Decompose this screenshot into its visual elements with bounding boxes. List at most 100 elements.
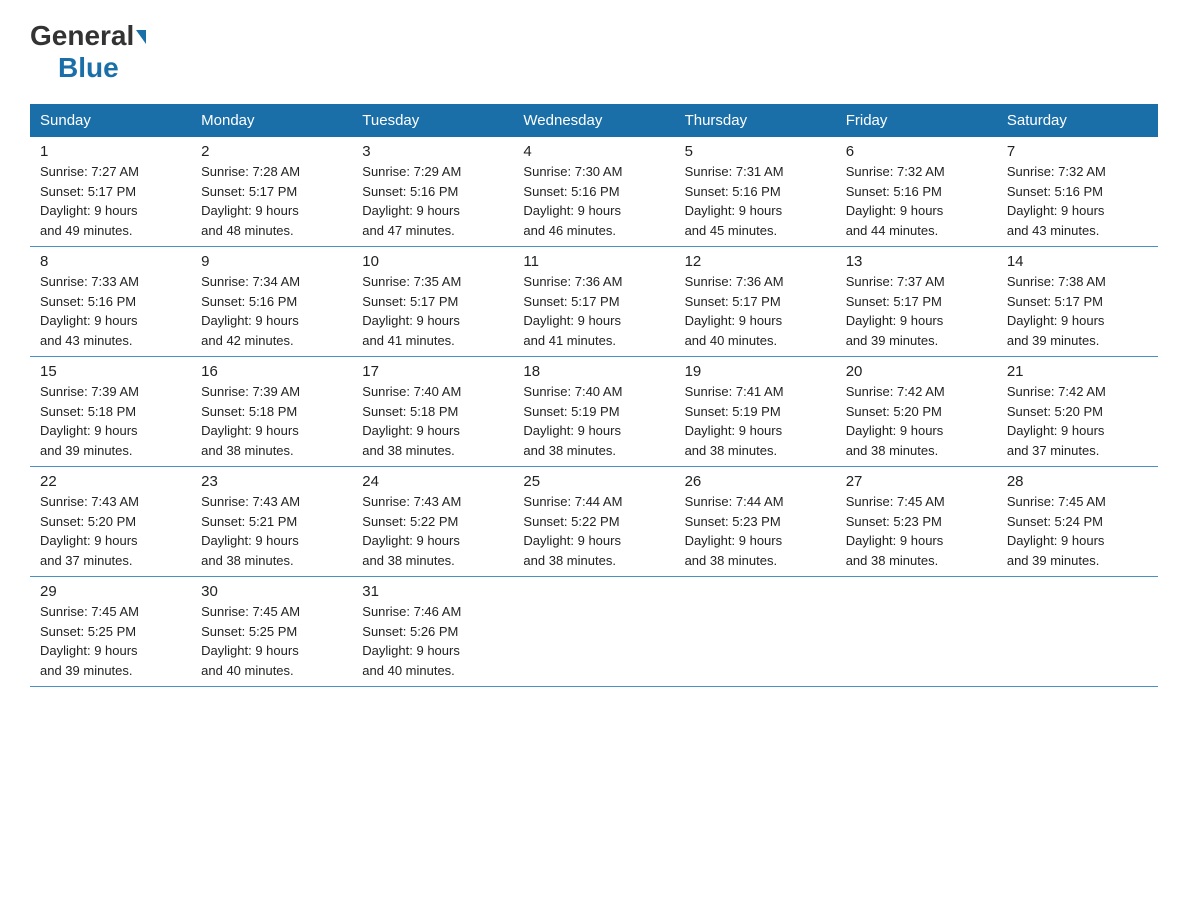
header-day-wednesday: Wednesday	[513, 104, 674, 137]
calendar-cell	[675, 577, 836, 687]
day-info: Sunrise: 7:33 AM Sunset: 5:16 PM Dayligh…	[40, 272, 181, 350]
calendar-cell: 12 Sunrise: 7:36 AM Sunset: 5:17 PM Dayl…	[675, 247, 836, 357]
logo-arrow-icon	[136, 30, 146, 44]
day-number: 1	[40, 143, 181, 160]
day-info: Sunrise: 7:45 AM Sunset: 5:25 PM Dayligh…	[40, 602, 181, 680]
header-day-monday: Monday	[191, 104, 352, 137]
day-info: Sunrise: 7:42 AM Sunset: 5:20 PM Dayligh…	[846, 382, 987, 460]
calendar-cell: 28 Sunrise: 7:45 AM Sunset: 5:24 PM Dayl…	[997, 467, 1158, 577]
day-number: 24	[362, 473, 503, 490]
calendar-week-row: 8 Sunrise: 7:33 AM Sunset: 5:16 PM Dayli…	[30, 247, 1158, 357]
page-header: General Blue	[30, 20, 1158, 84]
day-info: Sunrise: 7:36 AM Sunset: 5:17 PM Dayligh…	[685, 272, 826, 350]
calendar-week-row: 22 Sunrise: 7:43 AM Sunset: 5:20 PM Dayl…	[30, 467, 1158, 577]
day-number: 17	[362, 363, 503, 380]
day-number: 18	[523, 363, 664, 380]
calendar-table: SundayMondayTuesdayWednesdayThursdayFrid…	[30, 104, 1158, 687]
header-day-sunday: Sunday	[30, 104, 191, 137]
calendar-cell: 16 Sunrise: 7:39 AM Sunset: 5:18 PM Dayl…	[191, 357, 352, 467]
day-info: Sunrise: 7:29 AM Sunset: 5:16 PM Dayligh…	[362, 162, 503, 240]
day-number: 10	[362, 253, 503, 270]
calendar-cell: 24 Sunrise: 7:43 AM Sunset: 5:22 PM Dayl…	[352, 467, 513, 577]
day-info: Sunrise: 7:31 AM Sunset: 5:16 PM Dayligh…	[685, 162, 826, 240]
day-number: 12	[685, 253, 826, 270]
calendar-cell: 21 Sunrise: 7:42 AM Sunset: 5:20 PM Dayl…	[997, 357, 1158, 467]
day-info: Sunrise: 7:40 AM Sunset: 5:19 PM Dayligh…	[523, 382, 664, 460]
calendar-cell: 23 Sunrise: 7:43 AM Sunset: 5:21 PM Dayl…	[191, 467, 352, 577]
calendar-header-row: SundayMondayTuesdayWednesdayThursdayFrid…	[30, 104, 1158, 137]
calendar-cell: 5 Sunrise: 7:31 AM Sunset: 5:16 PM Dayli…	[675, 137, 836, 247]
logo: General Blue	[30, 20, 146, 84]
day-number: 26	[685, 473, 826, 490]
logo-general-text: General	[30, 20, 134, 52]
calendar-cell: 27 Sunrise: 7:45 AM Sunset: 5:23 PM Dayl…	[836, 467, 997, 577]
calendar-cell: 18 Sunrise: 7:40 AM Sunset: 5:19 PM Dayl…	[513, 357, 674, 467]
day-number: 9	[201, 253, 342, 270]
calendar-cell	[513, 577, 674, 687]
calendar-cell: 9 Sunrise: 7:34 AM Sunset: 5:16 PM Dayli…	[191, 247, 352, 357]
day-number: 7	[1007, 143, 1148, 160]
day-info: Sunrise: 7:39 AM Sunset: 5:18 PM Dayligh…	[201, 382, 342, 460]
calendar-cell: 3 Sunrise: 7:29 AM Sunset: 5:16 PM Dayli…	[352, 137, 513, 247]
calendar-cell: 31 Sunrise: 7:46 AM Sunset: 5:26 PM Dayl…	[352, 577, 513, 687]
day-number: 8	[40, 253, 181, 270]
calendar-cell: 6 Sunrise: 7:32 AM Sunset: 5:16 PM Dayli…	[836, 137, 997, 247]
calendar-cell: 26 Sunrise: 7:44 AM Sunset: 5:23 PM Dayl…	[675, 467, 836, 577]
day-info: Sunrise: 7:43 AM Sunset: 5:22 PM Dayligh…	[362, 492, 503, 570]
day-info: Sunrise: 7:39 AM Sunset: 5:18 PM Dayligh…	[40, 382, 181, 460]
header-day-saturday: Saturday	[997, 104, 1158, 137]
calendar-week-row: 1 Sunrise: 7:27 AM Sunset: 5:17 PM Dayli…	[30, 137, 1158, 247]
day-info: Sunrise: 7:45 AM Sunset: 5:24 PM Dayligh…	[1007, 492, 1148, 570]
day-info: Sunrise: 7:35 AM Sunset: 5:17 PM Dayligh…	[362, 272, 503, 350]
day-number: 5	[685, 143, 826, 160]
day-info: Sunrise: 7:30 AM Sunset: 5:16 PM Dayligh…	[523, 162, 664, 240]
calendar-week-row: 15 Sunrise: 7:39 AM Sunset: 5:18 PM Dayl…	[30, 357, 1158, 467]
day-number: 25	[523, 473, 664, 490]
day-info: Sunrise: 7:44 AM Sunset: 5:22 PM Dayligh…	[523, 492, 664, 570]
calendar-cell: 13 Sunrise: 7:37 AM Sunset: 5:17 PM Dayl…	[836, 247, 997, 357]
calendar-week-row: 29 Sunrise: 7:45 AM Sunset: 5:25 PM Dayl…	[30, 577, 1158, 687]
day-number: 16	[201, 363, 342, 380]
header-day-thursday: Thursday	[675, 104, 836, 137]
day-info: Sunrise: 7:41 AM Sunset: 5:19 PM Dayligh…	[685, 382, 826, 460]
day-number: 31	[362, 583, 503, 600]
day-number: 22	[40, 473, 181, 490]
calendar-cell	[997, 577, 1158, 687]
logo-blue-text: Blue	[58, 52, 119, 83]
day-info: Sunrise: 7:34 AM Sunset: 5:16 PM Dayligh…	[201, 272, 342, 350]
header-day-friday: Friday	[836, 104, 997, 137]
day-number: 21	[1007, 363, 1148, 380]
calendar-cell: 1 Sunrise: 7:27 AM Sunset: 5:17 PM Dayli…	[30, 137, 191, 247]
day-number: 14	[1007, 253, 1148, 270]
day-number: 29	[40, 583, 181, 600]
day-number: 20	[846, 363, 987, 380]
calendar-cell: 30 Sunrise: 7:45 AM Sunset: 5:25 PM Dayl…	[191, 577, 352, 687]
calendar-cell: 4 Sunrise: 7:30 AM Sunset: 5:16 PM Dayli…	[513, 137, 674, 247]
day-info: Sunrise: 7:32 AM Sunset: 5:16 PM Dayligh…	[1007, 162, 1148, 240]
calendar-cell: 11 Sunrise: 7:36 AM Sunset: 5:17 PM Dayl…	[513, 247, 674, 357]
day-number: 23	[201, 473, 342, 490]
calendar-cell: 22 Sunrise: 7:43 AM Sunset: 5:20 PM Dayl…	[30, 467, 191, 577]
day-info: Sunrise: 7:27 AM Sunset: 5:17 PM Dayligh…	[40, 162, 181, 240]
day-number: 30	[201, 583, 342, 600]
calendar-cell: 2 Sunrise: 7:28 AM Sunset: 5:17 PM Dayli…	[191, 137, 352, 247]
header-day-tuesday: Tuesday	[352, 104, 513, 137]
day-number: 28	[1007, 473, 1148, 490]
day-number: 13	[846, 253, 987, 270]
day-info: Sunrise: 7:43 AM Sunset: 5:21 PM Dayligh…	[201, 492, 342, 570]
calendar-cell: 14 Sunrise: 7:38 AM Sunset: 5:17 PM Dayl…	[997, 247, 1158, 357]
calendar-cell: 20 Sunrise: 7:42 AM Sunset: 5:20 PM Dayl…	[836, 357, 997, 467]
day-info: Sunrise: 7:36 AM Sunset: 5:17 PM Dayligh…	[523, 272, 664, 350]
day-info: Sunrise: 7:28 AM Sunset: 5:17 PM Dayligh…	[201, 162, 342, 240]
day-info: Sunrise: 7:46 AM Sunset: 5:26 PM Dayligh…	[362, 602, 503, 680]
calendar-cell: 7 Sunrise: 7:32 AM Sunset: 5:16 PM Dayli…	[997, 137, 1158, 247]
day-number: 3	[362, 143, 503, 160]
day-info: Sunrise: 7:42 AM Sunset: 5:20 PM Dayligh…	[1007, 382, 1148, 460]
day-number: 4	[523, 143, 664, 160]
day-number: 6	[846, 143, 987, 160]
day-number: 11	[523, 253, 664, 270]
calendar-cell: 8 Sunrise: 7:33 AM Sunset: 5:16 PM Dayli…	[30, 247, 191, 357]
calendar-cell: 25 Sunrise: 7:44 AM Sunset: 5:22 PM Dayl…	[513, 467, 674, 577]
calendar-cell	[836, 577, 997, 687]
calendar-cell: 29 Sunrise: 7:45 AM Sunset: 5:25 PM Dayl…	[30, 577, 191, 687]
